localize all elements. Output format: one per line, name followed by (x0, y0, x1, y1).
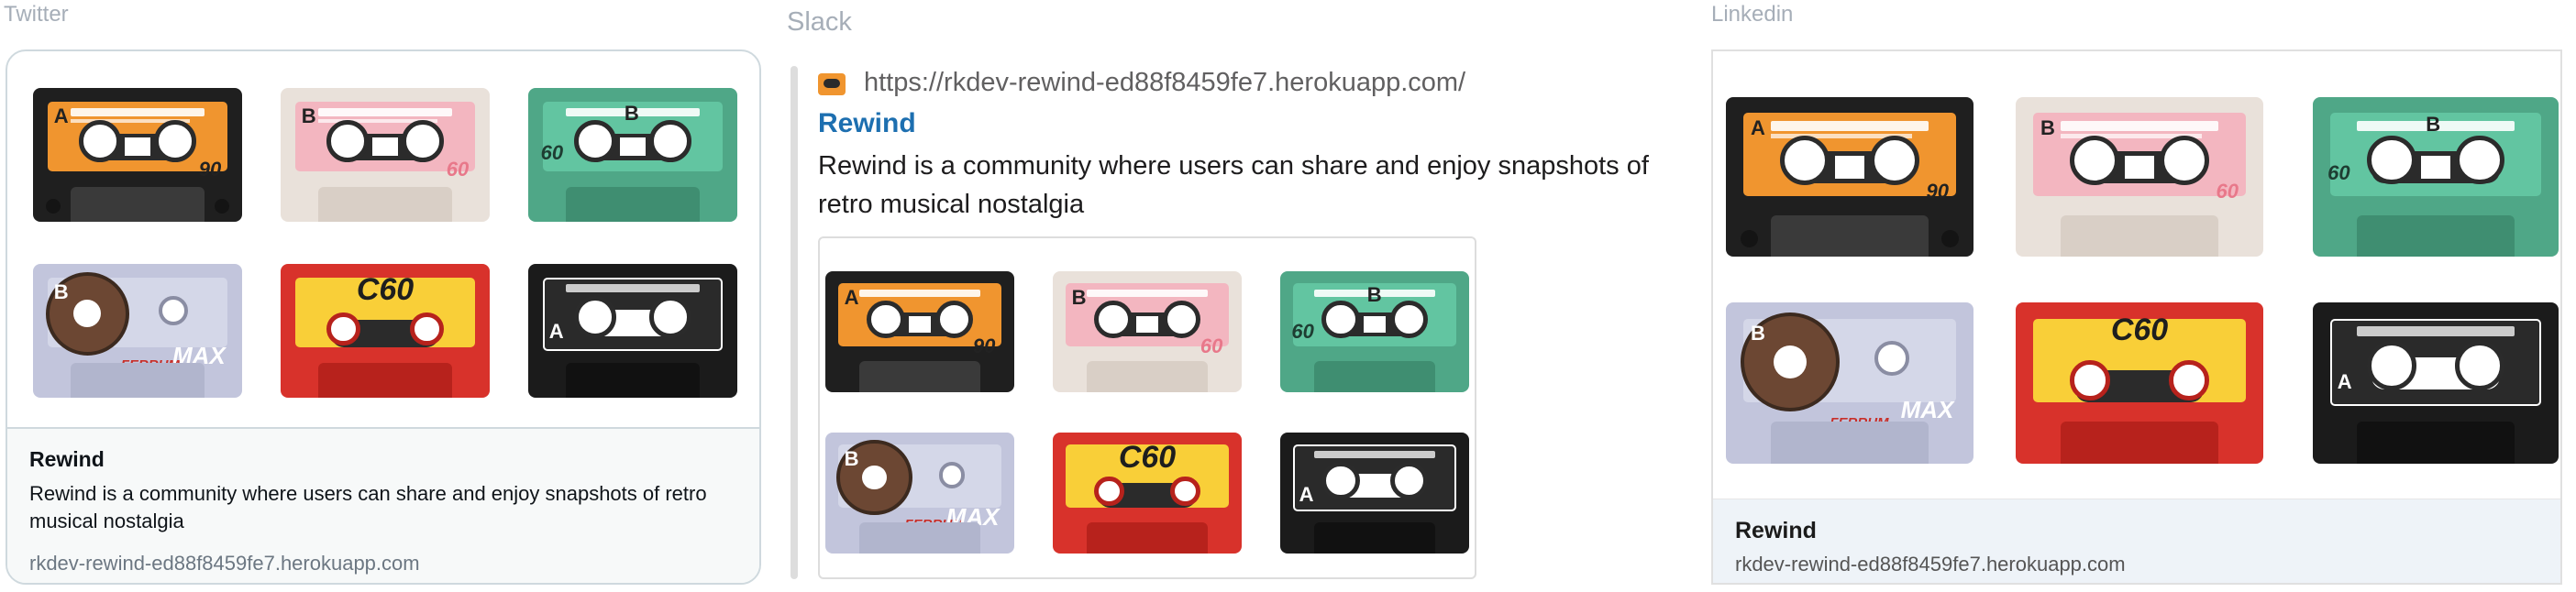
slack-unfurl-image[interactable]: A90 B60 B 60 B FERRUMMAX C60 A (818, 236, 1476, 579)
linkedin-card-domain: rkdev-rewind-ed88f8459fe7.herokuapp.com (1735, 553, 2126, 576)
twitter-preview-card[interactable]: A90 B60 B 60 B FERRUM MAX C60 (6, 49, 761, 585)
twitter-card-title: Rewind (29, 447, 105, 471)
linkedin-card-body: Rewind rkdev-rewind-ed88f8459fe7.herokua… (1713, 499, 2560, 583)
slack-attachment-bar (790, 66, 798, 579)
cassette-pink: B 60 (281, 88, 490, 222)
cassette-lavender: B FERRUMMAX (1726, 302, 1973, 464)
cassette-red: C60 (1053, 433, 1242, 554)
cassette-pink: B 60 (1053, 271, 1242, 392)
cassette-orange: A 90 (825, 271, 1014, 392)
slack-unfurl-title[interactable]: Rewind (818, 108, 916, 139)
twitter-preview-image[interactable]: A90 B60 B 60 B FERRUM MAX C60 (7, 51, 759, 429)
cassette-black: A (2313, 302, 2559, 464)
linkedin-section-label: Linkedin (1711, 2, 1794, 27)
twitter-card-body: Rewind Rewind is a community where users… (7, 429, 759, 583)
cassette-lavender: B FERRUMMAX (825, 433, 1014, 554)
cassette-orange: A 90 (1726, 97, 1973, 257)
cassette-black: A (1280, 433, 1469, 554)
twitter-section-label: Twitter (4, 2, 69, 27)
slack-section-label: Slack (787, 7, 852, 37)
linkedin-preview-card[interactable]: A90 B60 B 60 B FERRUMMAX C60 A Rewind rk… (1711, 49, 2562, 585)
cassette-lavender: B FERRUM MAX (33, 264, 242, 398)
twitter-card-description: Rewind is a community where users can sh… (29, 482, 707, 532)
cassette-pink: B 60 (2016, 97, 2263, 257)
site-favicon-icon (818, 73, 846, 95)
cassette-black: A (528, 264, 737, 398)
cassette-red: C60 (281, 264, 490, 398)
cassette-orange: A 90 (33, 88, 242, 222)
slack-unfurl-description: Rewind is a community where users can sh… (818, 151, 1649, 219)
twitter-card-domain[interactable]: rkdev-rewind-ed88f8459fe7.herokuapp.com (29, 552, 420, 576)
cassette-red: C60 (2016, 302, 2263, 464)
cassette-green: B 60 (1280, 271, 1469, 392)
cassette-green: B 60 (528, 88, 737, 222)
slack-unfurl-url[interactable]: https://rkdev-rewind-ed88f8459fe7.heroku… (864, 68, 1465, 98)
cassette-green: B 60 (2313, 97, 2559, 257)
linkedin-card-title[interactable]: Rewind (1735, 518, 1817, 544)
linkedin-preview-image[interactable]: A90 B60 B 60 B FERRUMMAX C60 A (1713, 51, 2560, 499)
